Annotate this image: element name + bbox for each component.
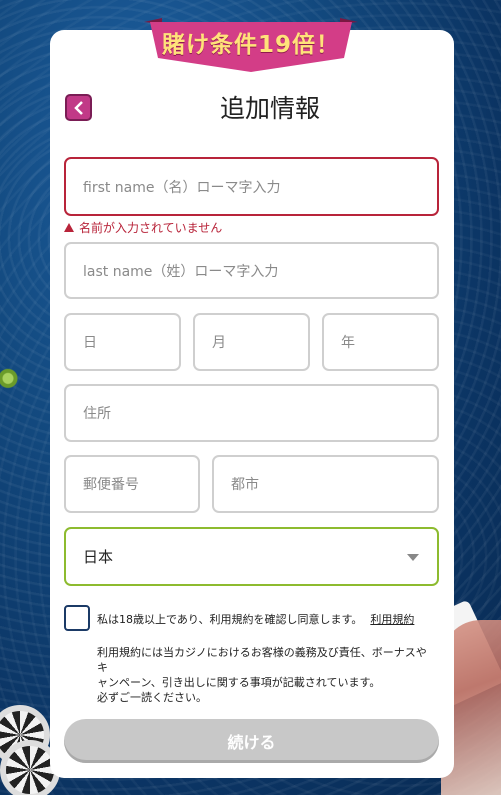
last-name-placeholder: last name（姓）ローマ字入力 xyxy=(83,263,279,280)
postal-code-input[interactable]: 郵便番号 xyxy=(64,455,200,513)
chevron-down-icon xyxy=(407,554,419,561)
birth-month-placeholder: 月 xyxy=(212,335,226,351)
postal-code-placeholder: 郵便番号 xyxy=(83,477,139,493)
page-title: 追加情報 xyxy=(219,94,320,123)
first-name-error-text: 名前が入力されていません xyxy=(79,221,223,235)
birth-year-placeholder: 年 xyxy=(341,335,355,351)
first-name-placeholder: first name（名）ローマ字入力 xyxy=(83,179,281,196)
country-select[interactable]: 日本 xyxy=(64,527,439,586)
city-input[interactable]: 都市 xyxy=(212,455,439,513)
terms-note-line: 利用規約には当カジノにおけるお客様の義務及び責任、ボーナスやキ xyxy=(97,646,427,674)
promo-banner-text: 賭け条件19倍！ xyxy=(161,32,340,58)
country-value: 日本 xyxy=(83,548,114,566)
birth-month-input[interactable]: 月 xyxy=(193,313,310,371)
terms-note: 利用規約には当カジノにおけるお客様の義務及び責任、ボーナスやキ ャンペーン、引き… xyxy=(97,645,437,705)
warning-icon xyxy=(64,223,74,232)
consent-checkbox[interactable] xyxy=(64,605,90,631)
back-button[interactable] xyxy=(65,94,92,121)
terms-note-line: 必ずご一読ください。 xyxy=(97,691,207,704)
decor-fish xyxy=(0,368,20,394)
terms-link[interactable]: 利用規約 xyxy=(370,613,414,626)
city-placeholder: 都市 xyxy=(231,477,259,493)
first-name-error: 名前が入力されていません xyxy=(64,219,222,236)
consent-text: 私は18歳以上であり、利用規約を確認し同意します。 xyxy=(97,613,363,626)
last-name-input[interactable]: last name（姓）ローマ字入力 xyxy=(64,242,439,299)
consent-label: 私は18歳以上であり、利用規約を確認し同意します。 利用規約 xyxy=(97,611,414,627)
birth-day-placeholder: 日 xyxy=(83,335,97,351)
terms-note-line: ャンペーン、引き出しに関する事項が記載されています。 xyxy=(97,676,381,689)
chevron-left-icon xyxy=(73,100,83,115)
birth-year-input[interactable]: 年 xyxy=(322,313,439,371)
birth-day-input[interactable]: 日 xyxy=(64,313,181,371)
promo-banner: 賭け条件19倍！ xyxy=(144,18,358,72)
address-input[interactable]: 住所 xyxy=(64,384,439,442)
continue-button[interactable]: 続ける xyxy=(64,719,439,763)
first-name-input[interactable]: first name（名）ローマ字入力 xyxy=(64,157,439,216)
address-placeholder: 住所 xyxy=(83,406,111,422)
